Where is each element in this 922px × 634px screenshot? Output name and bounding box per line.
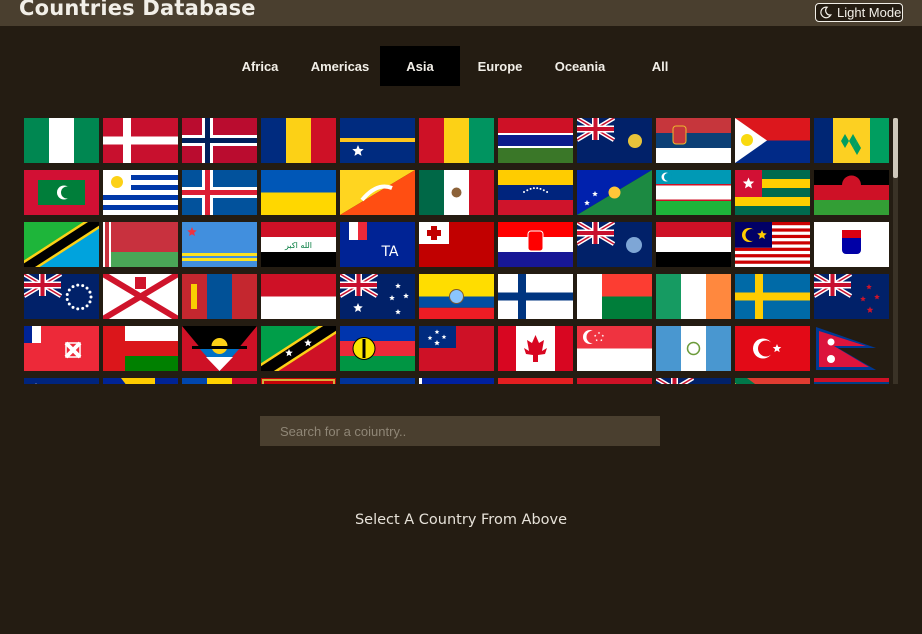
tab-all[interactable]: All: [620, 46, 700, 86]
flag-croatia[interactable]: [498, 222, 573, 267]
flag-antigua-and-barbuda[interactable]: [182, 326, 257, 371]
search-input[interactable]: [260, 416, 660, 446]
flag-ecuador[interactable]: [419, 274, 494, 319]
flag-wallis-and-futuna[interactable]: [24, 326, 99, 371]
flag-aruba[interactable]: [182, 222, 257, 267]
tab-africa[interactable]: Africa: [220, 46, 300, 86]
flag-ukraine[interactable]: [261, 170, 336, 215]
svg-text:الله اكبر: الله اكبر: [284, 241, 312, 250]
flag-mongolia[interactable]: [182, 274, 257, 319]
flag-eu[interactable]: [340, 378, 415, 384]
flag-virgin-islands[interactable]: [656, 378, 731, 384]
flag-ireland[interactable]: [656, 274, 731, 319]
flag-french-southern-territories[interactable]: TA: [340, 222, 415, 267]
flag-tokelau[interactable]: [24, 378, 99, 384]
flag-finland[interactable]: [498, 274, 573, 319]
flag-guinea[interactable]: [419, 118, 494, 163]
top-bar: Countries Database Light Mode: [0, 0, 922, 26]
flag-madagascar[interactable]: [577, 274, 652, 319]
flag-malaysia[interactable]: [735, 222, 810, 267]
flag-south-georgia[interactable]: [577, 222, 652, 267]
flag-venezuela[interactable]: [498, 170, 573, 215]
flag-uzbekistan[interactable]: [656, 170, 731, 215]
flag-norway[interactable]: [182, 118, 257, 163]
flag-gambia[interactable]: [498, 118, 573, 163]
flag-iraq[interactable]: الله اكبر: [261, 222, 336, 267]
flag-albania[interactable]: [498, 378, 573, 384]
select-country-prompt: Select A Country From Above: [354, 512, 568, 528]
flag-heard-island[interactable]: [340, 274, 415, 319]
flag-samoa[interactable]: [419, 326, 494, 371]
flag-belarus[interactable]: [103, 222, 178, 267]
flag-malawi[interactable]: [814, 170, 889, 215]
flag-maldives[interactable]: [24, 170, 99, 215]
flag-yemen[interactable]: [656, 222, 731, 267]
flag-tanzania[interactable]: [24, 222, 99, 267]
tab-asia[interactable]: Asia: [380, 46, 460, 86]
flag-moldova[interactable]: [182, 378, 257, 384]
tab-oceania[interactable]: Oceania: [540, 46, 620, 86]
flag-denmark[interactable]: [103, 118, 178, 163]
flag-cook-islands[interactable]: [24, 274, 99, 319]
flag-turkey[interactable]: [735, 326, 810, 371]
flag-saint-barthelemy[interactable]: [814, 222, 889, 267]
scrollbar-thumb[interactable]: [893, 118, 898, 178]
flag-bhutan[interactable]: [340, 170, 415, 215]
tab-europe[interactable]: Europe: [460, 46, 540, 86]
flag-nauru[interactable]: [340, 118, 415, 163]
flags-grid: الله اكبر TA: [24, 113, 898, 384]
flag-indonesia[interactable]: [261, 274, 336, 319]
flag-romania[interactable]: [261, 118, 336, 163]
svg-text:TA: TA: [380, 244, 398, 260]
flag-guatemala[interactable]: [656, 326, 731, 371]
flag-mexico[interactable]: [419, 170, 494, 215]
flag-saint-vincent[interactable]: [814, 118, 889, 163]
flag-singapore[interactable]: [577, 326, 652, 371]
light-mode-label: Light Mode: [837, 5, 902, 20]
moon-icon: [820, 6, 832, 19]
flag-sint-maarten[interactable]: [735, 118, 810, 163]
flag-bosnia[interactable]: [103, 378, 178, 384]
flag-grenada[interactable]: [577, 378, 652, 384]
region-tabs: Africa Americas Asia Europe Oceania All: [220, 46, 700, 86]
flag-belize[interactable]: [814, 378, 889, 384]
flags-scrollbar[interactable]: [893, 118, 898, 384]
flag-new-zealand[interactable]: [814, 274, 889, 319]
flag-togo[interactable]: [735, 170, 810, 215]
tab-americas[interactable]: Americas: [300, 46, 380, 86]
flag-montenegro[interactable]: [261, 378, 336, 384]
flag-serbia[interactable]: [656, 118, 731, 163]
flag-oman[interactable]: [103, 326, 178, 371]
flag-jersey[interactable]: [103, 274, 178, 319]
app-title: Countries Database: [19, 0, 256, 20]
flag-new-caledonia[interactable]: [340, 326, 415, 371]
flag-sweden[interactable]: [735, 274, 810, 319]
flag-tonga[interactable]: [419, 222, 494, 267]
flag-turks-and-caicos[interactable]: [577, 118, 652, 163]
flag-nigeria[interactable]: [24, 118, 99, 163]
flag-iceland[interactable]: [182, 170, 257, 215]
flag-south-africa[interactable]: [735, 378, 810, 384]
flag-saint-kitts-and-nevis[interactable]: [261, 326, 336, 371]
flag-uruguay[interactable]: [103, 170, 178, 215]
light-mode-toggle[interactable]: Light Mode: [815, 3, 903, 22]
flag-nepal[interactable]: [814, 326, 889, 371]
flag-christmas-island[interactable]: [577, 170, 652, 215]
flag-canada[interactable]: [498, 326, 573, 371]
flag-haiti[interactable]: [419, 378, 494, 384]
